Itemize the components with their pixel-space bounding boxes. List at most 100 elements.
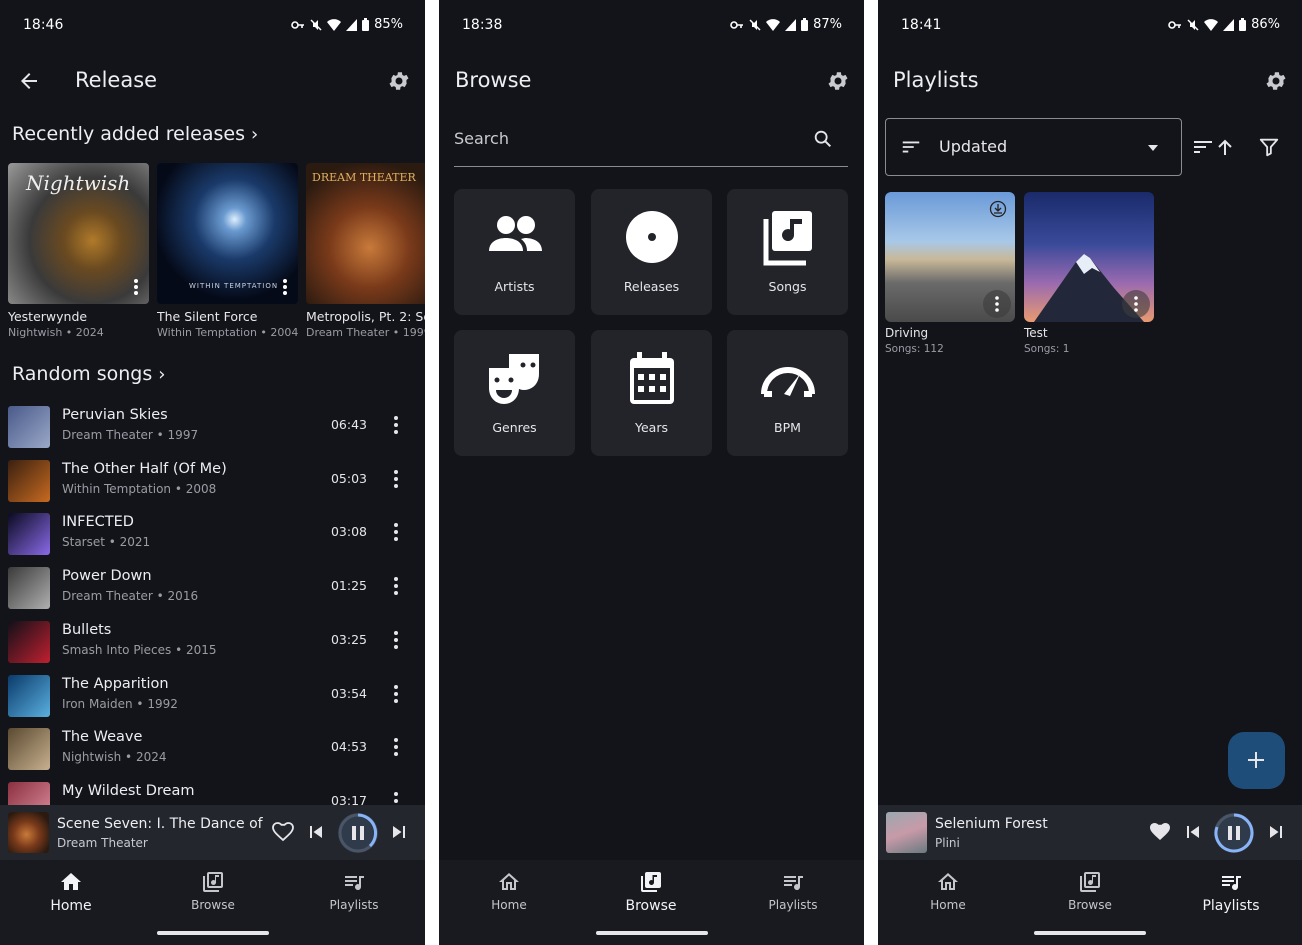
sort-selected-value: Updated	[939, 137, 1008, 156]
browse-tile-songs[interactable]: Songs	[727, 189, 848, 315]
nav-home-label: Home	[491, 898, 527, 912]
more-vert-icon[interactable]	[393, 576, 399, 596]
sort-icon	[902, 141, 920, 153]
favorite-outline-icon[interactable]	[271, 820, 295, 844]
nav-home[interactable]: Home	[898, 870, 998, 912]
playlist-card[interactable]: Driving Songs: 112	[885, 192, 1015, 355]
nav-playlists[interactable]: Playlists	[743, 870, 843, 912]
more-vert-icon[interactable]	[393, 684, 399, 704]
status-icons: 87%	[730, 17, 842, 32]
browse-tile-artists[interactable]: Artists	[454, 189, 575, 315]
more-vert-icon[interactable]	[282, 278, 288, 296]
song-row[interactable]: The Other Half (Of Me) Within Temptation …	[0, 453, 425, 507]
sort-ascending-icon[interactable]	[1192, 135, 1236, 159]
playlist-card[interactable]: Test Songs: 1	[1024, 192, 1154, 355]
random-songs-header[interactable]: Random songs ›	[12, 363, 165, 385]
back-arrow-icon[interactable]	[17, 69, 41, 93]
more-vert-icon[interactable]	[393, 469, 399, 489]
cover-logo-text: Nightwish	[26, 171, 131, 195]
page-title: Browse	[455, 68, 532, 92]
settings-gear-icon[interactable]	[826, 69, 850, 93]
pause-icon	[352, 826, 364, 840]
status-bar: 18:46 85%	[0, 0, 425, 52]
releases-icon	[625, 211, 678, 263]
playlist-title: Test	[1024, 326, 1048, 340]
playlist-more-button[interactable]	[1122, 290, 1150, 318]
pause-button[interactable]	[1214, 813, 1254, 853]
browse-tile-years[interactable]: Years	[591, 330, 712, 456]
song-row[interactable]: INFECTED Starset • 2021 03:08	[0, 506, 425, 560]
filter-icon[interactable]	[1258, 136, 1280, 158]
song-row[interactable]: The Weave Nightwish • 2024 04:53	[0, 721, 425, 775]
settings-gear-icon[interactable]	[1264, 69, 1288, 93]
status-icons: 85%	[291, 17, 403, 32]
more-vert-icon[interactable]	[393, 737, 399, 757]
now-playing-artist: Plini	[935, 836, 960, 850]
app-bar: Browse	[439, 56, 864, 106]
song-row[interactable]: Peruvian Skies Dream Theater • 1997 06:43	[0, 399, 425, 453]
nav-browse[interactable]: Browse	[1040, 870, 1140, 912]
skip-next-icon[interactable]	[1264, 820, 1288, 844]
song-row[interactable]: Bullets Smash Into Pieces • 2015 03:25	[0, 614, 425, 668]
search-icon[interactable]	[812, 128, 834, 150]
song-subtitle: Nightwish • 2024	[62, 750, 167, 765]
home-outline-icon	[938, 873, 958, 890]
tile-label: Artists	[494, 279, 535, 294]
release-cover: DREAM THEATER	[306, 163, 425, 304]
sort-dropdown[interactable]: Updated	[885, 118, 1182, 176]
more-vert-icon[interactable]	[393, 415, 399, 435]
more-vert-icon[interactable]	[133, 278, 139, 296]
song-title: Power Down	[62, 568, 152, 585]
now-playing-title: Scene Seven: I. The Dance of Eternity	[57, 816, 267, 832]
search-field[interactable]: Search	[454, 115, 848, 167]
app-bar: Playlists	[878, 56, 1302, 106]
nav-browse-label: Browse	[191, 898, 235, 912]
skip-previous-icon[interactable]	[304, 820, 328, 844]
playlist-more-button[interactable]	[983, 290, 1011, 318]
gesture-bar	[156, 931, 269, 935]
nav-playlists[interactable]: Playlists	[1181, 870, 1281, 914]
signal-icon	[346, 18, 358, 31]
song-duration: 04:53	[330, 739, 367, 755]
now-playing-cover	[886, 812, 927, 853]
release-card[interactable]: DREAM THEATER Metropolis, Pt. 2: Scenes …	[306, 163, 425, 339]
nav-home[interactable]: Home	[21, 870, 121, 914]
song-subtitle: Dream Theater • 2016	[62, 589, 199, 604]
browse-tile-bpm[interactable]: BPM	[727, 330, 848, 456]
song-row[interactable]: The Apparition Iron Maiden • 1992 03:54	[0, 668, 425, 722]
tile-label: Genres	[492, 420, 537, 435]
more-vert-icon[interactable]	[393, 522, 399, 542]
browse-tile-releases[interactable]: Releases	[591, 189, 712, 315]
mini-player[interactable]: Selenium Forest Plini	[878, 805, 1302, 860]
settings-gear-icon[interactable]	[387, 69, 411, 93]
nav-browse[interactable]: Browse	[601, 870, 701, 914]
nav-browse[interactable]: Browse	[163, 870, 263, 912]
release-card[interactable]: Nightwish Yesterwynde Nightwish • 2024	[8, 163, 149, 339]
now-playing-artist: Dream Theater	[57, 836, 148, 850]
mini-player[interactable]: Scene Seven: I. The Dance of Eternity Dr…	[0, 805, 425, 860]
nav-home[interactable]: Home	[459, 870, 559, 912]
browse-tile-genres[interactable]: Genres	[454, 330, 575, 456]
song-title: My Wildest Dream	[62, 782, 195, 799]
library-music-icon	[1080, 872, 1100, 892]
recent-releases-header[interactable]: Recently added releases ›	[12, 123, 258, 145]
recent-releases-title: Recently added releases	[12, 123, 245, 145]
release-card[interactable]: WITHIN TEMPTATION The Silent Force Withi…	[157, 163, 298, 339]
nav-playlists-label: Playlists	[329, 898, 379, 912]
release-title: Yesterwynde	[8, 309, 88, 324]
queue-music-icon	[1222, 876, 1241, 891]
vpn-key-icon	[1168, 20, 1182, 29]
cover-logo-text: WITHIN TEMPTATION	[189, 282, 279, 290]
more-vert-icon[interactable]	[393, 630, 399, 650]
song-subtitle: Iron Maiden • 1992	[62, 696, 178, 711]
add-playlist-button[interactable]	[1228, 732, 1285, 789]
song-subtitle: Starset • 2021	[62, 535, 151, 550]
skip-previous-icon[interactable]	[1181, 820, 1205, 844]
skip-next-icon[interactable]	[387, 820, 411, 844]
favorite-filled-icon[interactable]	[1148, 820, 1172, 844]
song-row[interactable]: Power Down Dream Theater • 2016 01:25	[0, 560, 425, 614]
pause-button[interactable]	[338, 813, 378, 853]
nav-playlists[interactable]: Playlists	[304, 870, 404, 912]
song-cover	[8, 406, 50, 448]
song-title: INFECTED	[62, 514, 134, 531]
